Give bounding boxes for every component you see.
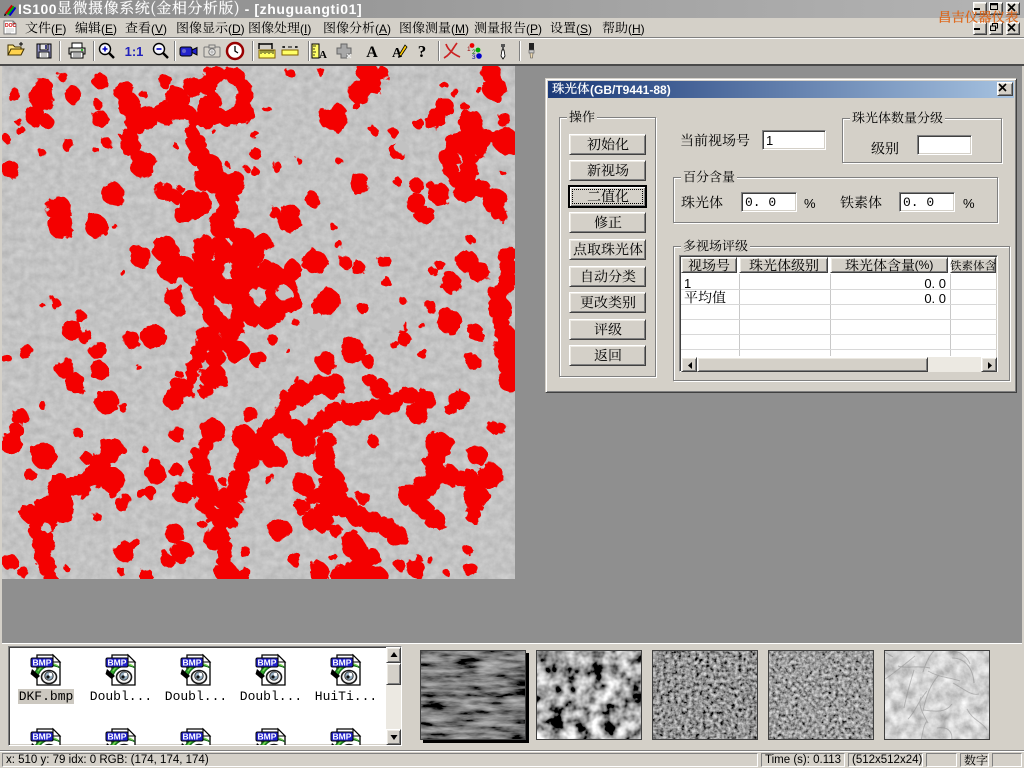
svg-text:DOC: DOC <box>5 23 17 29</box>
svg-text:BMP: BMP <box>183 658 202 668</box>
svg-text:BMP: BMP <box>108 658 127 668</box>
svg-text:BMP: BMP <box>258 658 277 668</box>
svg-text:BMP: BMP <box>33 658 52 668</box>
svg-text:3: 3 <box>472 54 476 61</box>
svg-text:A: A <box>319 49 327 61</box>
svg-text:?: ? <box>418 42 427 61</box>
svg-text:BMP: BMP <box>108 732 127 742</box>
svg-text:1: 1 <box>467 46 471 53</box>
svg-text:A: A <box>366 44 378 61</box>
svg-text:BMP: BMP <box>33 732 52 742</box>
svg-text:1:1: 1:1 <box>125 44 144 59</box>
svg-text:BMP: BMP <box>183 732 202 742</box>
svg-text:BMP: BMP <box>258 732 277 742</box>
svg-text:BMP: BMP <box>333 658 352 668</box>
svg-text:BMP: BMP <box>333 732 352 742</box>
